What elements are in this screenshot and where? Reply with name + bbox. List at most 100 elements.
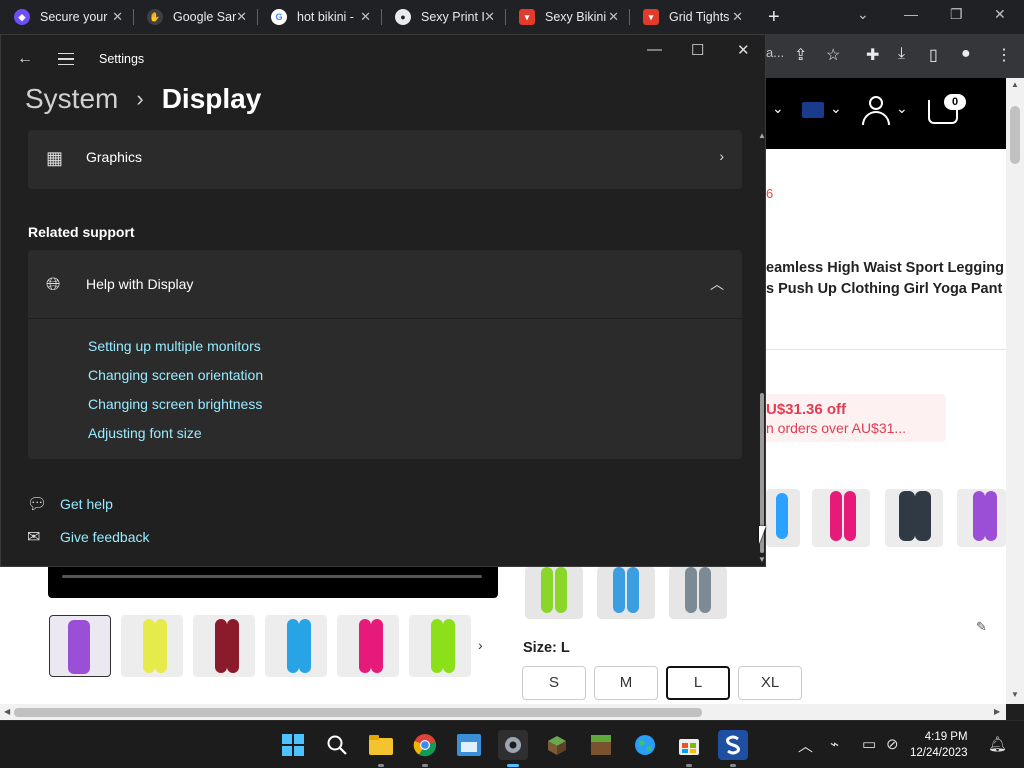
extensions-icon[interactable]: ✚: [866, 45, 879, 65]
browser-tab[interactable]: ◆ Secure your ✕: [0, 0, 133, 34]
close-icon[interactable]: ✕: [994, 6, 1006, 23]
file-explorer-icon[interactable]: [366, 730, 396, 767]
settings-scrollbar[interactable]: ▲ ▼: [758, 131, 766, 564]
close-tab-icon[interactable]: ✕: [732, 9, 743, 25]
help-link[interactable]: Setting up multiple monitors: [88, 338, 261, 354]
close-tab-icon[interactable]: ✕: [112, 9, 123, 25]
chrome-icon[interactable]: [410, 730, 440, 767]
settings-gear-icon[interactable]: [498, 730, 528, 767]
color-thumbnail[interactable]: [525, 567, 583, 619]
gallery-thumbnail[interactable]: [265, 615, 327, 677]
more-menu-icon[interactable]: ⋮: [996, 45, 1012, 65]
shop-header: ⌄ ⌄ ⌄ 0: [766, 78, 1006, 149]
browser-tab[interactable]: ▾ Sexy Bikini ✕: [505, 0, 629, 34]
color-thumbnail[interactable]: [597, 567, 655, 619]
divider: [766, 349, 1006, 350]
chevron-down-icon[interactable]: ⌄: [896, 100, 908, 117]
gallery-thumbnail[interactable]: [409, 615, 471, 677]
chevron-down-icon[interactable]: ⌄: [772, 100, 784, 117]
help-link[interactable]: Changing screen orientation: [88, 367, 263, 383]
back-arrow-icon[interactable]: ←: [17, 50, 33, 68]
browser-tab[interactable]: ● Sexy Print I ✕: [381, 0, 505, 34]
gallery-thumbnail[interactable]: [337, 615, 399, 677]
share-icon[interactable]: ⇪: [794, 45, 807, 65]
new-tab-button[interactable]: +: [768, 6, 780, 29]
bookmark-star-icon[interactable]: ☆: [826, 45, 840, 65]
page-title: Display: [161, 83, 262, 114]
gallery-next-icon[interactable]: ›: [478, 637, 483, 653]
scrollbar-thumb[interactable]: [1010, 106, 1020, 164]
chevron-up-icon[interactable]: ︿: [798, 735, 813, 756]
get-help-link[interactable]: Get help: [60, 496, 113, 512]
size-option-xl[interactable]: XL: [738, 666, 802, 700]
chevron-up-icon[interactable]: ︿: [710, 274, 724, 294]
browser-tab[interactable]: ✋ Google Sar ✕: [133, 0, 257, 34]
size-option-l[interactable]: L: [666, 666, 730, 700]
notification-bell-icon[interactable]: 🔔︎: [988, 735, 1007, 753]
side-panel-icon[interactable]: ▯: [929, 45, 938, 65]
close-tab-icon[interactable]: ✕: [360, 9, 371, 25]
scrollbar-thumb[interactable]: [14, 708, 702, 717]
restore-icon[interactable]: ❐: [950, 6, 963, 23]
search-icon[interactable]: [322, 730, 352, 760]
close-tab-icon[interactable]: ✕: [608, 9, 619, 25]
color-thumbnail[interactable]: [885, 489, 943, 547]
minecraft-grass-icon[interactable]: [586, 730, 616, 760]
help-with-display-row[interactable]: 🌐︎ Help with Display ︿: [28, 250, 742, 318]
progress-bar: [62, 575, 482, 578]
gallery-thumbnail[interactable]: [121, 615, 183, 677]
globe-app-icon[interactable]: [630, 730, 660, 760]
tab-search-icon[interactable]: ⌄: [857, 6, 869, 23]
system-clock[interactable]: 4:19 PM 12/24/2023: [910, 729, 968, 761]
size-option-m[interactable]: M: [594, 666, 658, 700]
hand-favicon-icon: ✋: [147, 9, 163, 25]
scroll-down-icon[interactable]: ▼: [758, 555, 766, 564]
volume-muted-icon[interactable]: ⊘: [886, 735, 899, 753]
scroll-left-icon[interactable]: ◀: [4, 707, 10, 716]
close-icon[interactable]: ✕: [737, 41, 750, 59]
gallery-thumbnail[interactable]: [193, 615, 255, 677]
help-link[interactable]: Changing screen brightness: [88, 396, 262, 412]
windows-start-icon[interactable]: [278, 730, 308, 760]
profile-icon[interactable]: ●: [961, 45, 971, 63]
give-feedback-link[interactable]: Give feedback: [60, 529, 150, 545]
snagit-icon[interactable]: [718, 730, 748, 767]
scroll-up-icon[interactable]: ▲: [1011, 80, 1019, 89]
scroll-up-icon[interactable]: ▲: [758, 131, 766, 140]
page-horizontal-scrollbar[interactable]: ◀ ▶: [0, 704, 1006, 720]
graphics-setting-row[interactable]: ▦ Graphics ›: [28, 130, 742, 189]
browser-tab[interactable]: ▾ Grid Tights ✕: [629, 0, 753, 34]
minimize-icon[interactable]: —: [904, 6, 918, 22]
size-option-s[interactable]: S: [522, 666, 586, 700]
page-vertical-scrollbar[interactable]: ▲ ▼: [1006, 78, 1024, 704]
file-manager-icon[interactable]: [454, 730, 484, 760]
minimize-icon[interactable]: —: [647, 41, 662, 58]
account-icon[interactable]: [862, 96, 890, 126]
browser-tab[interactable]: G hot bikini - ✕: [257, 0, 381, 34]
address-fragment[interactable]: a...: [766, 45, 784, 60]
gallery-thumbnail[interactable]: [49, 615, 111, 677]
color-thumbnail[interactable]: [812, 489, 870, 547]
chevron-down-icon[interactable]: ⌄: [830, 100, 842, 117]
close-tab-icon[interactable]: ✕: [236, 9, 247, 25]
breadcrumb-system[interactable]: System: [25, 83, 118, 115]
close-tab-icon[interactable]: ✕: [484, 9, 495, 25]
network-offline-icon[interactable]: ⌁: [830, 735, 839, 753]
color-thumbnail[interactable]: [957, 489, 1006, 547]
scroll-right-icon[interactable]: ▶: [994, 707, 1000, 716]
help-link[interactable]: Adjusting font size: [88, 425, 202, 441]
coupon-banner[interactable]: U$31.36 off n orders over AU$31...: [766, 394, 946, 442]
minecraft-cube-icon[interactable]: [542, 730, 572, 760]
hamburger-menu-icon[interactable]: [58, 53, 74, 65]
color-thumbnail[interactable]: [669, 567, 727, 619]
download-icon[interactable]: ⤓: [898, 45, 905, 63]
scroll-down-icon[interactable]: ▼: [1011, 690, 1019, 699]
help-links-panel: Setting up multiple monitors Changing sc…: [28, 319, 742, 459]
store-icon[interactable]: [674, 730, 704, 767]
display-icon[interactable]: ▭: [862, 735, 876, 753]
globe-icon: 🌐︎: [46, 274, 61, 294]
color-thumbnail[interactable]: [766, 489, 800, 547]
australia-flag-icon[interactable]: [802, 102, 824, 118]
edit-pencil-icon[interactable]: ✎: [976, 619, 990, 634]
maximize-icon[interactable]: ☐: [691, 41, 704, 59]
